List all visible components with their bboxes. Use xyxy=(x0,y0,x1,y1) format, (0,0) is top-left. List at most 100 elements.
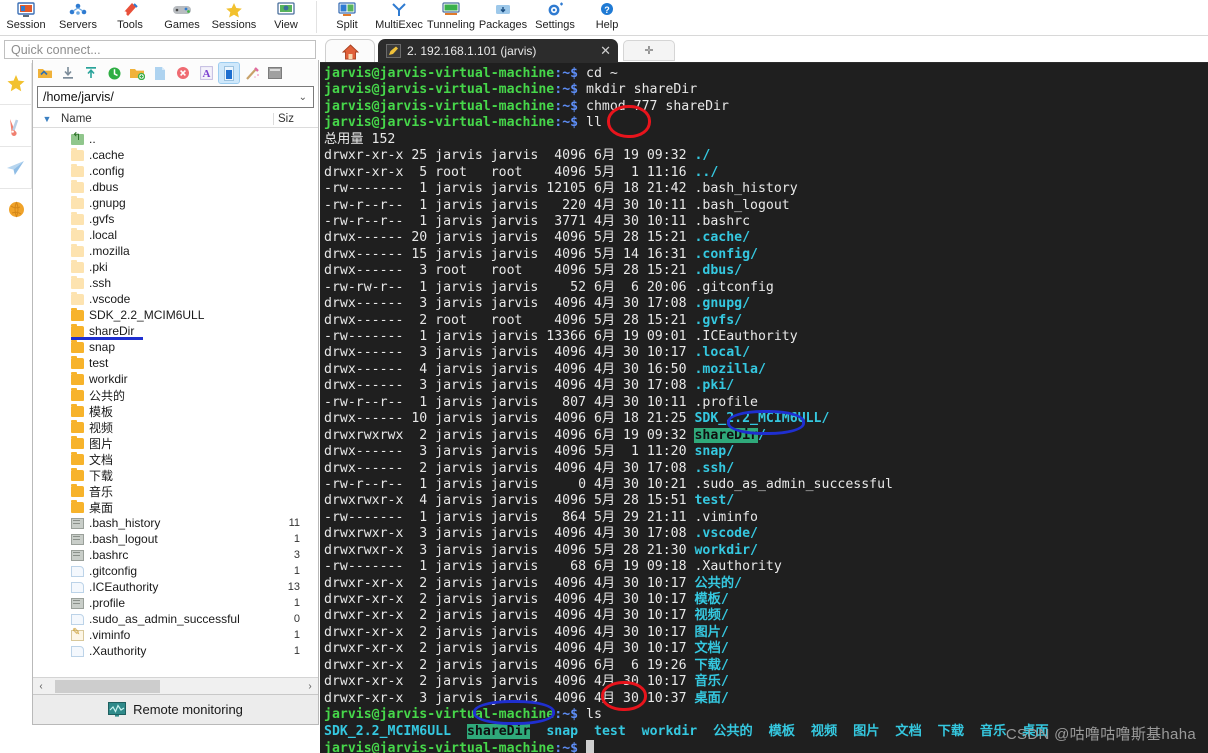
file-list-item[interactable]: .gnupg xyxy=(33,195,318,211)
file-list-item[interactable]: 文档 xyxy=(33,451,318,467)
folder-up-icon[interactable] xyxy=(35,63,55,83)
ribbon-item-sessions[interactable]: Sessions xyxy=(208,0,260,35)
file-list-item[interactable]: test xyxy=(33,355,318,371)
terminal-icon[interactable] xyxy=(265,63,285,83)
new-tab-button[interactable]: ✛ xyxy=(623,40,675,61)
file-list-item[interactable]: .dbus xyxy=(33,179,318,195)
column-header-size[interactable]: Siz xyxy=(273,113,318,125)
new-folder-icon[interactable] xyxy=(127,63,147,83)
ribbon-item-view[interactable]: View xyxy=(260,0,312,35)
ribbon-item-split[interactable]: Split xyxy=(321,0,373,35)
new-file-icon[interactable] xyxy=(150,63,170,83)
column-header-name[interactable]: Name xyxy=(61,113,273,125)
shell-file-icon xyxy=(71,517,84,529)
file-list-item[interactable]: 音乐 xyxy=(33,483,318,499)
terminal-prompt-line: jarvis@jarvis-virtual-machine:~$ cd ~ xyxy=(324,66,1208,82)
refresh-icon[interactable] xyxy=(104,63,124,83)
file-list-item[interactable]: .pki xyxy=(33,259,318,275)
file-name: .profile xyxy=(89,596,126,610)
file-list-item[interactable]: SDK_2.2_MCIM6ULL xyxy=(33,307,318,323)
terminal-tab-active[interactable]: 2. 192.168.1.101 (jarvis) ✕ xyxy=(378,39,618,63)
terminal-ls-row: -rw-r--r-- 1 jarvis jarvis 3771 4月 30 10… xyxy=(324,213,751,229)
ribbon-item-settings[interactable]: Settings xyxy=(529,0,581,35)
scroll-left-arrow[interactable]: ‹ xyxy=(33,681,49,692)
ribbon-item-servers[interactable]: Servers xyxy=(52,0,104,35)
file-list-item[interactable]: .viminfo 1 xyxy=(33,627,318,643)
file-list-item[interactable]: .bash_history 11 xyxy=(33,515,318,531)
file-list-item[interactable]: snap xyxy=(33,339,318,355)
file-name: .dbus xyxy=(89,180,119,194)
ribbon-item-session[interactable]: Session xyxy=(0,0,52,35)
file-list-item[interactable]: .ssh xyxy=(33,275,318,291)
file-list-item[interactable]: .bash_logout 1 xyxy=(33,531,318,547)
file-list-item[interactable]: .vscode xyxy=(33,291,318,307)
ribbon-item-tunneling[interactable]: Tunneling xyxy=(425,0,477,35)
terminal-cursor xyxy=(586,739,595,753)
edit-file-icon xyxy=(71,627,84,641)
ribbon-item-multiexec[interactable]: MultiExec xyxy=(373,0,425,35)
chevron-down-icon[interactable]: ⌄ xyxy=(299,92,311,103)
rail-button-favorites[interactable] xyxy=(0,63,32,105)
download-icon[interactable] xyxy=(58,63,78,83)
file-list-item[interactable]: .cache xyxy=(33,147,318,163)
file-list-item[interactable]: .ICEauthority 13 xyxy=(33,579,318,595)
file-list-item[interactable]: .sudo_as_admin_successful 0 xyxy=(33,611,318,627)
file-list-item[interactable]: .config xyxy=(33,163,318,179)
file-list-item[interactable]: shareDir xyxy=(33,323,318,340)
file-list-item[interactable]: 公共的 xyxy=(33,387,318,403)
folder-light-icon xyxy=(71,179,84,193)
rail-button-send[interactable] xyxy=(0,147,32,189)
remote-monitoring-label: Remote monitoring xyxy=(133,702,243,717)
ribbon-item-help[interactable]: ? Help xyxy=(581,0,633,35)
magic-wand-icon[interactable] xyxy=(242,63,262,83)
file-list-item[interactable]: .Xauthority 1 xyxy=(33,643,318,659)
close-icon[interactable]: ✕ xyxy=(600,43,618,59)
file-list-item[interactable]: .. xyxy=(33,131,318,147)
file-list[interactable]: .. .cache .config .dbus .gnupg .gvfs .local .mo… xyxy=(33,131,318,691)
rail-button-tools[interactable] xyxy=(0,105,32,147)
file-name: .gvfs xyxy=(89,212,115,226)
path-input[interactable]: /home/jarvis/ ⌄ xyxy=(37,86,314,108)
session-icon xyxy=(16,1,36,18)
terminal-command: cd ~ xyxy=(578,66,618,81)
delete-icon[interactable] xyxy=(173,63,193,83)
file-list-item[interactable]: .mozilla xyxy=(33,243,318,259)
file-list-item[interactable]: .bashrc 3 xyxy=(33,547,318,563)
folder-light-icon xyxy=(71,259,84,273)
ribbon-item-tools[interactable]: Tools xyxy=(104,0,156,35)
scroll-trough[interactable] xyxy=(49,679,302,693)
file-list-item[interactable]: 模板 xyxy=(33,403,318,419)
remote-monitoring-bar[interactable]: Remote monitoring xyxy=(33,694,318,724)
sort-indicator-icon[interactable]: ▼ xyxy=(33,114,61,124)
scroll-thumb[interactable] xyxy=(55,679,160,693)
folder-icon xyxy=(71,339,84,353)
file-list-item[interactable]: 下载 xyxy=(33,467,318,483)
file-name: 文档 xyxy=(89,452,114,467)
home-tab[interactable] xyxy=(325,39,375,63)
prompt-user: jarvis@jarvis-virtual-machine xyxy=(324,66,555,81)
font-a-icon[interactable]: A xyxy=(196,63,216,83)
file-list-item[interactable]: .profile 1 xyxy=(33,595,318,611)
file-list-item[interactable]: .gitconfig 1 xyxy=(33,563,318,579)
binary-icon[interactable] xyxy=(218,62,240,84)
terminal-output[interactable]: jarvis@jarvis-virtual-machine:~$ cd ~ jar… xyxy=(320,63,1208,753)
horizontal-scrollbar[interactable]: ‹ › xyxy=(33,677,318,694)
terminal-ls-row: drwxr-xr-x 3 jarvis jarvis 4096 4月 30 10… xyxy=(324,690,729,706)
ribbon-label: Split xyxy=(336,19,358,31)
prompt-path: :~$ xyxy=(554,707,579,723)
file-name: SDK_2.2_MCIM6ULL xyxy=(89,308,205,322)
rail-button-globe[interactable] xyxy=(0,189,32,229)
file-list-item[interactable]: 桌面 xyxy=(33,499,318,515)
ribbon-item-packages[interactable]: Packages xyxy=(477,0,529,35)
folder-icon xyxy=(71,483,84,497)
quick-connect-field[interactable]: Quick connect... xyxy=(4,40,316,59)
terminal-prompt-line: jarvis@jarvis-virtual-machine:~$ ll xyxy=(324,115,1208,131)
file-list-item[interactable]: .local xyxy=(33,227,318,243)
file-list-item[interactable]: workdir xyxy=(33,371,318,387)
ribbon-item-games[interactable]: Games xyxy=(156,0,208,35)
file-list-item[interactable]: .gvfs xyxy=(33,211,318,227)
scroll-right-arrow[interactable]: › xyxy=(302,681,318,692)
file-list-item[interactable]: 视频 xyxy=(33,419,318,435)
upload-icon[interactable] xyxy=(81,63,101,83)
file-list-item[interactable]: 图片 xyxy=(33,435,318,451)
